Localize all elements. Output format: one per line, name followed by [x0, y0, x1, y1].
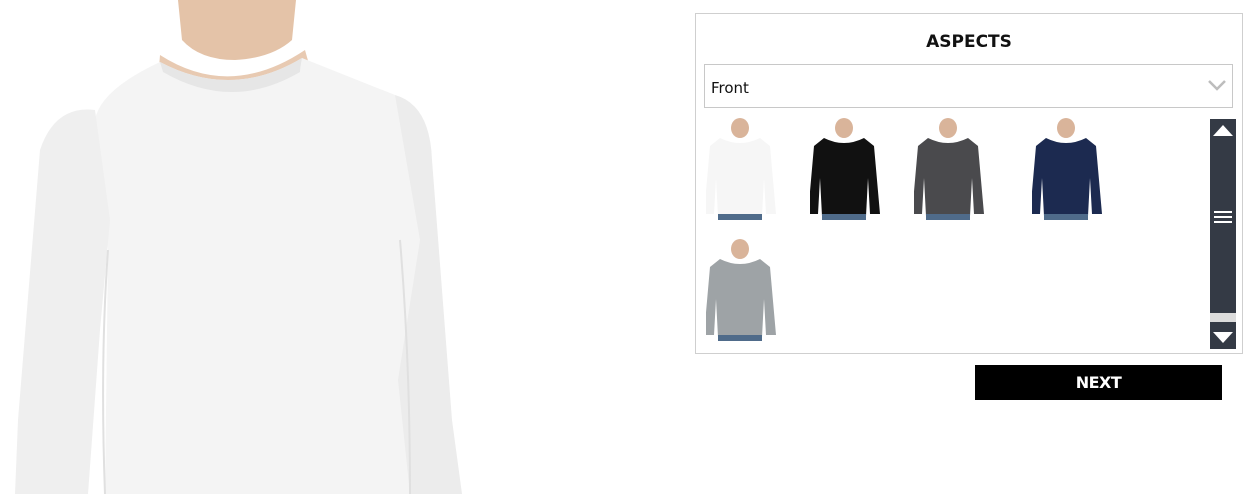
thumbnail-heather-grey[interactable]: [706, 239, 806, 342]
thumbnail-navy[interactable]: [1032, 118, 1132, 221]
triangle-down-icon[interactable]: [1212, 331, 1234, 345]
scrollbar-track[interactable]: [1210, 313, 1236, 322]
product-preview-image: [0, 0, 480, 494]
next-button[interactable]: NEXT: [975, 365, 1222, 400]
chevron-down-icon: [1208, 80, 1226, 91]
aspect-dropdown-value: Front: [711, 79, 749, 97]
thumbnail-white[interactable]: [706, 118, 806, 221]
triangle-up-icon[interactable]: [1212, 123, 1234, 137]
aspects-panel: ASPECTS Front: [695, 13, 1243, 354]
thumbnail-scrollbar[interactable]: [1210, 119, 1236, 349]
thumbnail-black[interactable]: [810, 118, 910, 221]
aspects-title: ASPECTS: [926, 32, 1012, 52]
aspect-dropdown[interactable]: Front: [704, 64, 1233, 108]
thumbnail-grid: [706, 118, 1201, 348]
thumbnail-dark-grey[interactable]: [914, 118, 1014, 221]
hamburger-icon[interactable]: [1213, 209, 1233, 225]
